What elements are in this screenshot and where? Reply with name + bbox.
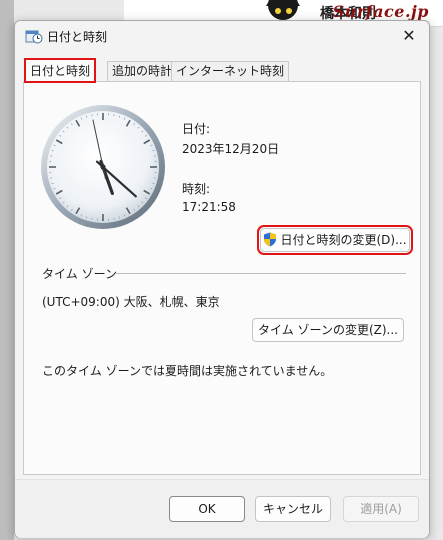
change-timezone-button[interactable]: タイム ゾーンの変更(Z)... [252,318,404,342]
date-time-panel: 日付: 2023年12月20日 時刻: 17:21:58 日付と時刻の変更(D)… [23,81,421,475]
dialog-button-bar: OK キャンセル 適用(A) [15,479,429,538]
tab-date-time[interactable]: 日付と時刻 [23,58,97,83]
timezone-value: (UTC+09:00) 大阪、札幌、東京 [42,295,220,309]
tab-additional-clocks[interactable]: 追加の時計 [107,61,178,81]
tab-strip: 日付と時刻 追加の時計 インターネット時刻 [23,58,421,83]
date-value: 2023年12月20日 [182,142,280,156]
close-button[interactable]: ✕ [395,25,423,47]
date-label: 日付: [182,122,211,136]
change-date-time-button[interactable]: 日付と時刻の変更(D)... [257,225,413,255]
tab-internet-time[interactable]: インターネット時刻 [171,61,290,81]
change-date-time-label: 日付と時刻の変更(D)... [280,233,407,247]
apply-button[interactable]: 適用(A) [343,496,419,522]
close-icon: ✕ [402,26,416,45]
site-watermark: Surface.jp [332,2,429,21]
timezone-divider [116,273,406,274]
date-time-dialog: 日付と時刻 ✕ 日付と時刻 追加の時計 インターネット時刻 日付: 2023年1… [14,20,430,538]
cancel-button[interactable]: キャンセル [255,496,331,522]
timezone-section-label: タイム ゾーン [42,267,117,281]
clock-center [100,164,106,170]
time-value: 17:21:58 [182,200,236,214]
time-label: 時刻: [182,182,211,196]
dst-message: このタイム ゾーンでは夏時間は実施されていません。 [42,364,333,378]
analog-clock [41,105,165,229]
background-window-edge [0,0,14,540]
title-bar[interactable]: 日付と時刻 ✕ [15,21,429,51]
uac-shield-icon [264,232,277,247]
date-time-app-icon [25,30,43,44]
dialog-title: 日付と時刻 [47,30,108,44]
ok-button[interactable]: OK [169,496,245,522]
